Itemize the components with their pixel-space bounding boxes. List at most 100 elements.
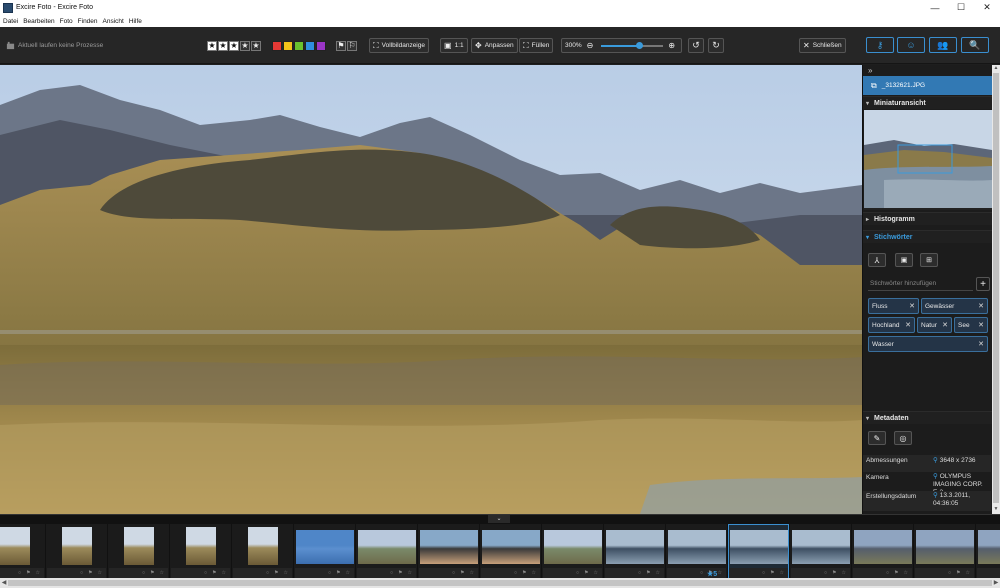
flag-icon[interactable]: ⚑ [956,570,960,576]
scroll-up-icon[interactable]: ▲ [992,65,1000,73]
flag-icon[interactable]: ⚑ [522,570,526,576]
select-circle-icon[interactable]: ○ [452,570,455,576]
star-icon[interactable]: ☆ [222,570,226,576]
zoom-out-icon[interactable]: ⊖ [587,41,594,50]
remove-tag-icon[interactable]: ✕ [978,321,984,329]
star-icon[interactable]: ☆ [470,570,474,576]
filmstrip-thumbnail[interactable]: ○ ⚑ ☆ ★5 [666,524,727,579]
flag-icon[interactable]: ⚑ [584,570,588,576]
rotate-left-button[interactable]: ↺ [688,38,704,53]
search-icon[interactable]: ⚲ [933,473,938,480]
panel-scrollbar[interactable]: ▲ ▼ [992,65,1000,514]
select-circle-icon[interactable]: ○ [948,570,951,576]
scroll-left-icon[interactable]: ◀ [0,579,8,586]
zoom-slider-handle[interactable] [636,41,644,49]
main-photo-view[interactable] [0,65,862,514]
keyword-tag[interactable]: Natur ✕ [917,317,952,333]
flag-icon[interactable]: ⚑ [832,570,836,576]
star-icon[interactable]: ☆ [842,570,846,576]
menu-foto[interactable]: Foto [60,18,73,25]
filmstrip-thumbnail[interactable]: ○ ⚑ ☆ [604,524,665,579]
fill-button[interactable]: ⛶ Füllen [519,38,554,53]
rating-star-icon[interactable]: ★ [207,40,217,51]
star-icon[interactable]: ☆ [718,570,722,576]
filmstrip-collapse-icon[interactable]: ⌄ [488,515,510,523]
filmstrip-scrollbar[interactable]: ◀ ▶ [0,578,1000,588]
flag-icon[interactable]: ⚑ [894,570,898,576]
fullscreen-button[interactable]: ⛶ Vollbildanzeige [369,38,429,53]
fit-button[interactable]: ✥ Anpassen [471,38,518,53]
menu-datei[interactable]: Datei [3,18,18,25]
menu-bearbeiten[interactable]: Bearbeiten [23,18,54,25]
keyword-plus-box-button[interactable]: ⊞ [920,253,938,267]
section-metadata[interactable]: ▾ Metadaten [863,411,993,424]
flag-pick-icon[interactable]: ⚑ [336,40,346,51]
filmstrip-thumbnail[interactable]: ○⚑☆ [790,524,851,579]
star-icon[interactable]: ☆ [284,570,288,576]
select-circle-icon[interactable]: ○ [266,570,269,576]
flag-icon[interactable]: ⚑ [460,570,464,576]
flag-icon[interactable]: ⚑ [398,570,402,576]
star-icon[interactable]: ☆ [160,570,164,576]
filmstrip-thumbnail[interactable]: ○⚑☆ [356,524,417,579]
filmstrip-thumbnail[interactable]: ○ ⚑ ☆ [542,524,603,579]
search-icon[interactable]: ⚲ [933,492,938,499]
filmstrip-thumbnail[interactable]: ○ ⚑ ☆ [914,524,975,579]
flag-icon[interactable]: ⚑ [212,570,216,576]
star-icon[interactable]: ☆ [346,570,350,576]
panel-scroll-thumb[interactable] [993,73,999,503]
rating-star-icon[interactable]: ★ [240,40,250,51]
filmstrip-thumbnail[interactable]: ○⚑☆ [294,524,355,579]
keyword-input[interactable]: Stichwörter hinzufügen [868,277,973,291]
filmstrip-thumbnail[interactable]: ○⚑☆ [108,524,169,579]
star-icon[interactable]: ☆ [780,570,784,576]
star-icon[interactable]: ☆ [904,570,908,576]
filmstrip-thumbnail[interactable]: ○⚑☆ [852,524,913,579]
select-circle-icon[interactable]: ○ [80,570,83,576]
star-icon[interactable]: ☆ [966,570,970,576]
keyword-add-box-button[interactable]: ▣ [895,253,913,267]
menu-hilfe[interactable]: Hilfe [129,18,142,25]
zoom-in-icon[interactable]: ⊕ [668,41,675,50]
thumbnail-preview[interactable] [864,110,992,210]
select-circle-icon[interactable]: ○ [204,570,207,576]
flag-reject-icon[interactable]: ⚐ [347,40,357,51]
flag-icon[interactable]: ⚑ [646,570,650,576]
keyword-tag[interactable]: Wasser ✕ [868,336,988,352]
face-tool-button[interactable]: ☺ [897,37,925,53]
rating-star-icon[interactable]: ★ [229,40,239,51]
filmstrip-thumbnail[interactable]: ○⚑☆ [0,524,45,579]
filmstrip-thumbnail[interactable]: ○⚑☆ [480,524,541,579]
people-tool-button[interactable]: 👥 [929,37,957,53]
scroll-right-icon[interactable]: ▶ [992,579,1000,586]
rotate-right-button[interactable]: ↻ [708,38,724,53]
section-keywords[interactable]: ▾ Stichwörter [863,230,993,243]
zoom-slider[interactable] [601,41,664,49]
select-circle-icon[interactable]: ○ [390,570,393,576]
select-circle-icon[interactable]: ○ [18,570,21,576]
edit-metadata-button[interactable]: ✎ [868,431,886,445]
color-label-swatch[interactable] [305,40,315,51]
flag-icon[interactable]: ⚑ [274,570,278,576]
star-icon[interactable]: ☆ [98,570,102,576]
hide-metadata-button[interactable]: ◎ [894,431,912,445]
scroll-down-icon[interactable]: ▼ [992,506,1000,514]
star-icon[interactable]: ☆ [594,570,598,576]
filmstrip-thumbnail[interactable]: ○⚑☆ [728,524,789,579]
search-tool-button[interactable]: 🔍 [961,37,989,53]
remove-tag-icon[interactable]: ✕ [909,302,915,310]
ratio-1-1-button[interactable]: ▣ 1:1 [440,38,468,53]
select-circle-icon[interactable]: ○ [576,570,579,576]
select-circle-icon[interactable]: ○ [700,570,703,576]
star-icon[interactable]: ☆ [656,570,660,576]
star-icon[interactable]: ☆ [532,570,536,576]
close-window-button[interactable]: ✕ [974,0,1000,15]
remove-tag-icon[interactable]: ✕ [978,340,984,348]
select-circle-icon[interactable]: ○ [638,570,641,576]
maximize-button[interactable]: ☐ [948,0,974,15]
menu-finden[interactable]: Finden [78,18,98,25]
select-circle-icon[interactable]: ○ [328,570,331,576]
filmstrip-thumbnail[interactable]: ○ ⚑ ☆ [232,524,293,579]
filmstrip-thumbnail[interactable]: ○⚑☆ [976,524,1000,579]
flag-icon[interactable]: ⚑ [770,570,774,576]
